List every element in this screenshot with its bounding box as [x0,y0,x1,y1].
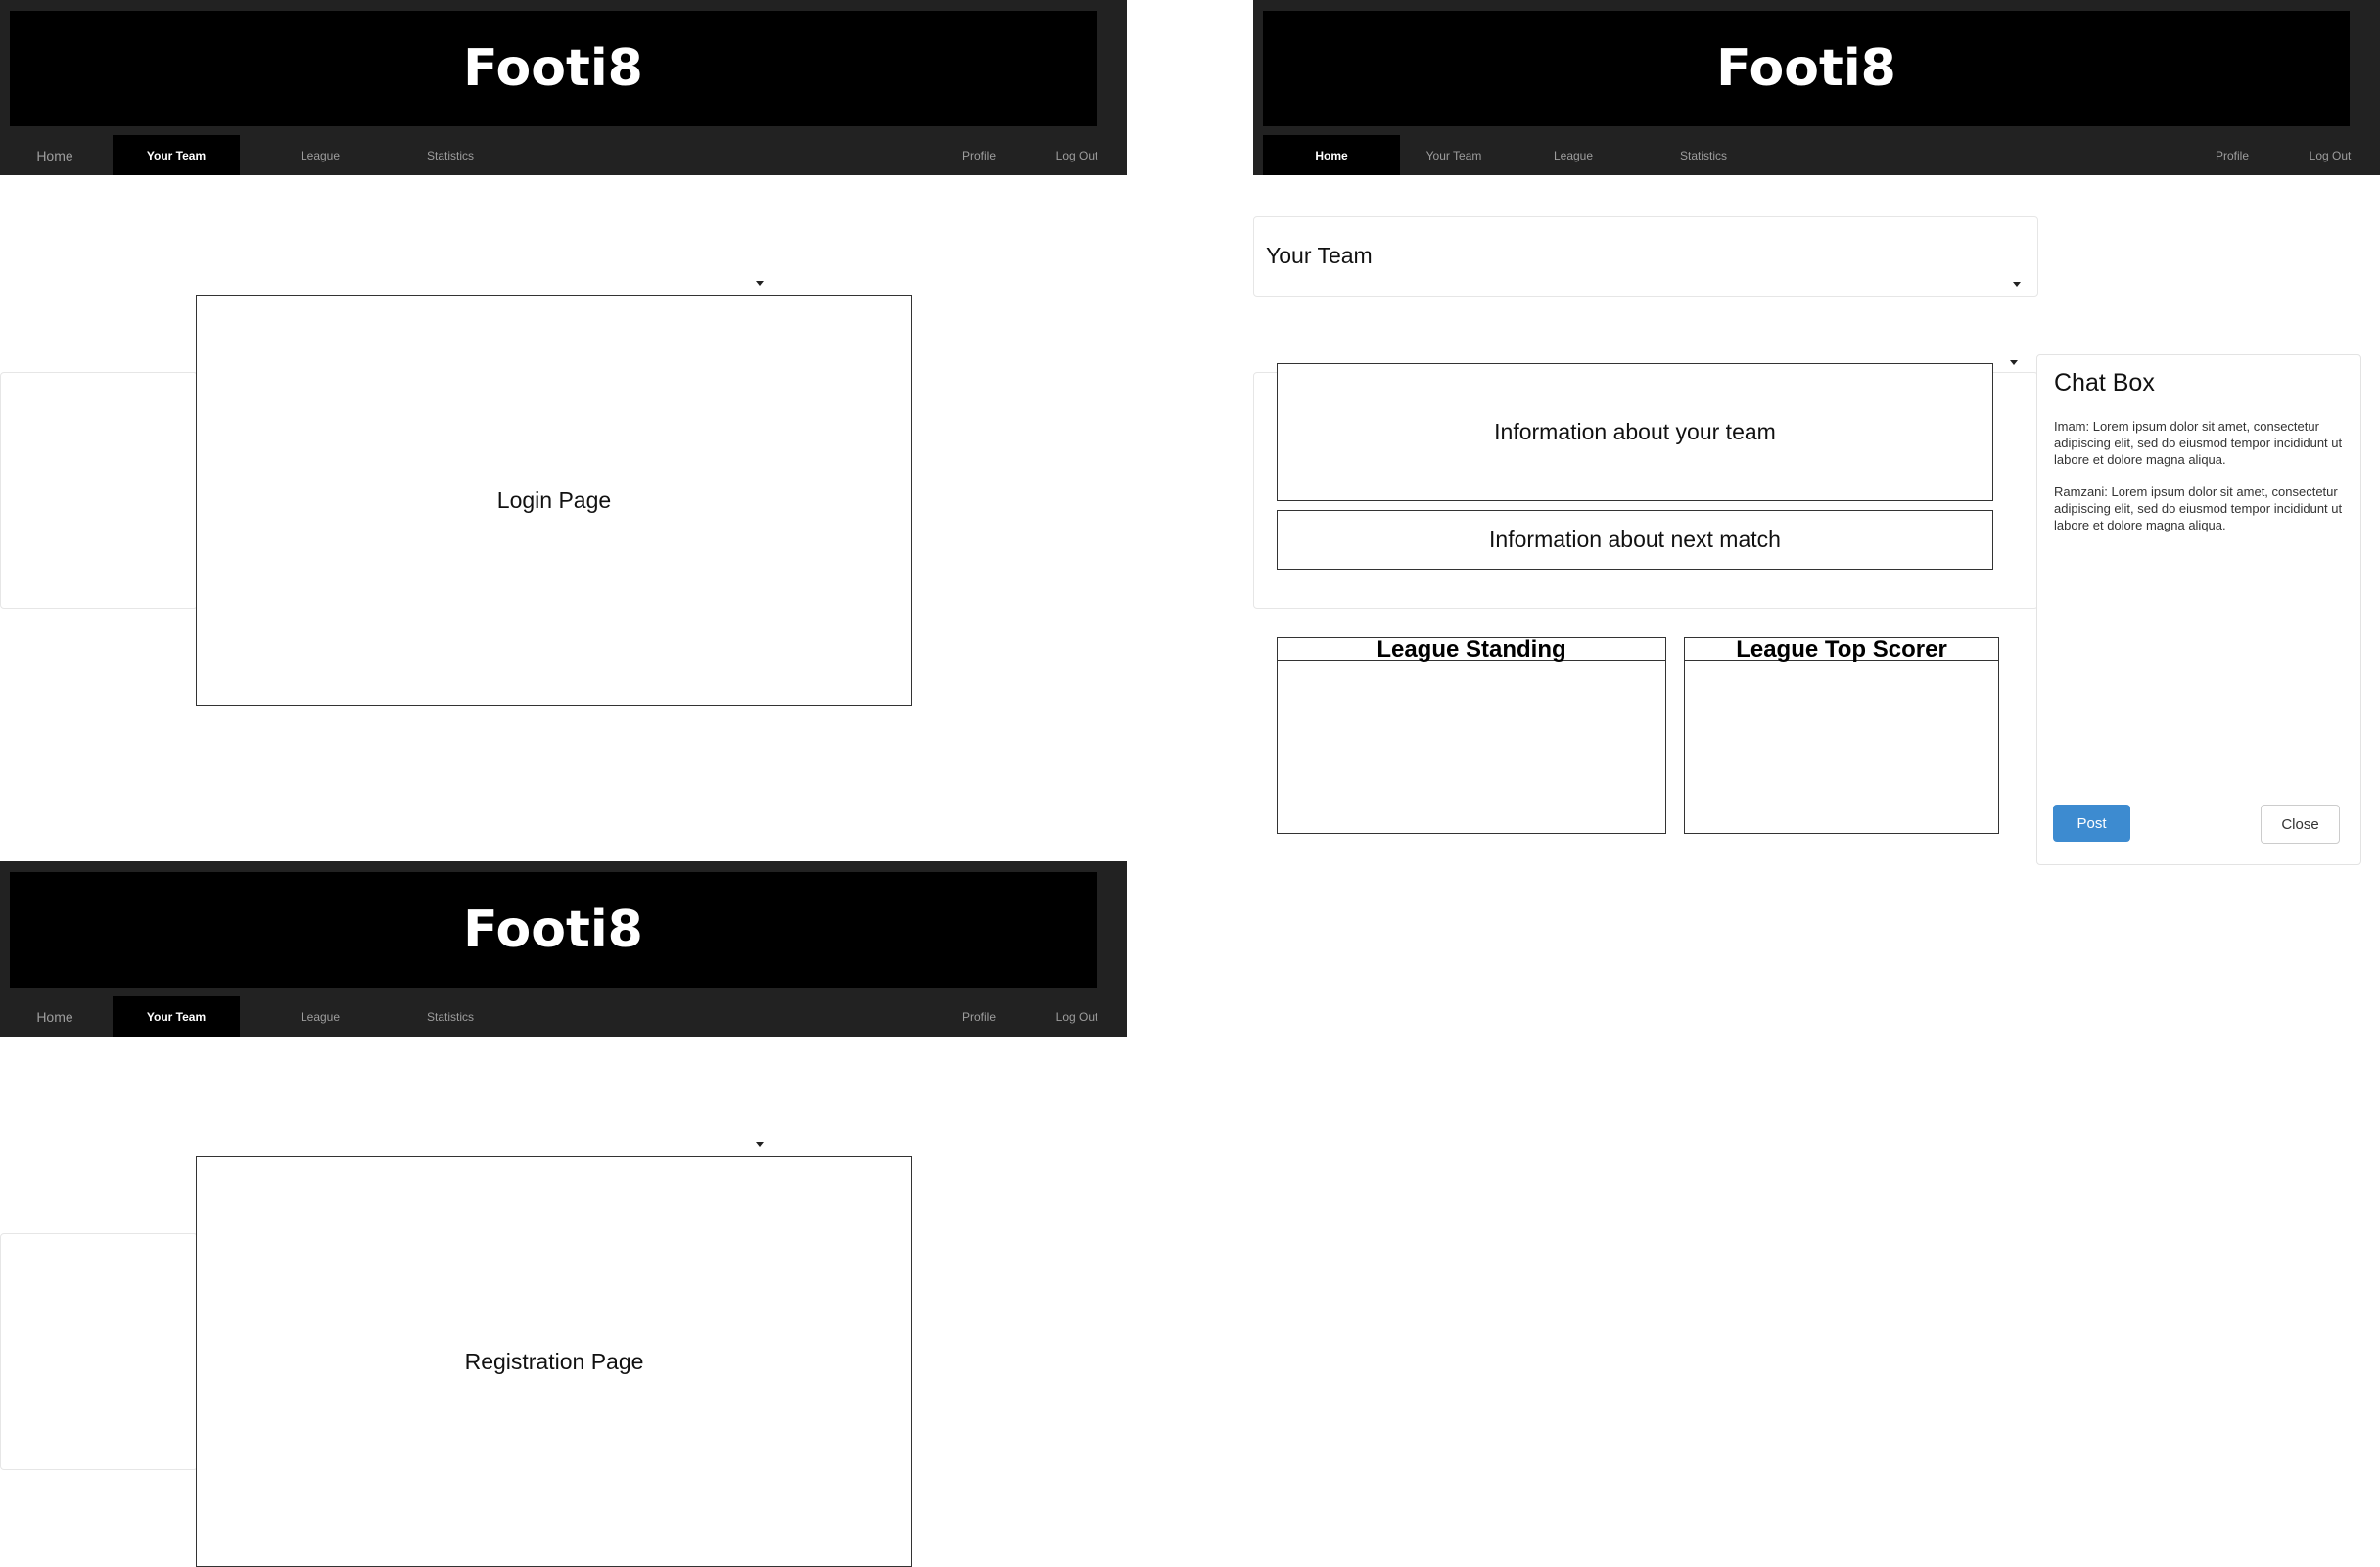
chevron-down-icon[interactable] [2013,282,2021,287]
nav-profile[interactable]: Profile [945,135,1013,175]
dropdown-caret-icon[interactable] [2010,360,2018,365]
nav-your-team[interactable]: Your Team [1415,135,1493,175]
brand-logo: Footi8 [10,11,1097,126]
dropdown-caret-icon[interactable] [756,1142,764,1147]
team-select-value: Your Team [1266,243,1373,268]
nav-league[interactable]: League [284,135,356,175]
nav-logout[interactable]: Log Out [2301,135,2359,175]
main-nav: Home Your Team League Statistics Profile… [1253,135,2380,175]
next-match-box: Information about next match [1277,510,1993,570]
nav-your-team[interactable]: Your Team [113,135,240,175]
nav-your-team[interactable]: Your Team [113,996,240,1037]
registration-screen: Footi8 Home Your Team League Statistics … [0,861,1127,1567]
team-info-box: Information about your team [1277,363,1993,501]
nav-logout[interactable]: Log Out [1048,135,1106,175]
nav-league[interactable]: League [1537,135,1610,175]
chat-message: Imam: Lorem ipsum dolor sit amet, consec… [2054,419,2343,467]
nav-home[interactable]: Home [18,135,92,175]
login-page-label: Login Page [496,486,612,513]
nav-statistics[interactable]: Statistics [411,996,490,1037]
nav-home[interactable]: Home [18,996,92,1037]
brand-logo: Footi8 [10,872,1097,988]
close-button[interactable]: Close [2261,805,2340,844]
login-page-box[interactable]: Login Page [196,295,912,706]
league-standing-table: League Standing [1277,637,1666,834]
registration-page-label: Registration Page [464,1348,644,1374]
nav-league[interactable]: League [284,996,356,1037]
main-nav: Home Your Team League Statistics Profile… [0,996,1127,1037]
chat-message: Ramzani: Lorem ipsum dolor sit amet, con… [2054,484,2343,532]
site-header: Footi8 Home Your Team League Statistics … [0,861,1127,1037]
league-top-scorer-table: League Top Scorer [1684,637,1999,834]
nav-statistics[interactable]: Statistics [411,135,490,175]
nav-profile[interactable]: Profile [2198,135,2266,175]
nav-home[interactable]: Home [1263,135,1400,175]
nav-logout[interactable]: Log Out [1048,996,1106,1037]
league-standing-title: League Standing [1278,638,1665,662]
chat-box: Chat Box Imam: Lorem ipsum dolor sit ame… [2036,354,2361,865]
nav-statistics[interactable]: Statistics [1664,135,1743,175]
dropdown-caret-icon[interactable] [756,281,764,286]
league-top-scorer-title: League Top Scorer [1685,638,1998,662]
site-header: Footi8 Home Your Team League Statistics … [0,0,1127,175]
background-panel [0,372,198,609]
brand-logo: Footi8 [1263,11,2350,126]
team-select[interactable]: Your Team [1253,216,2038,297]
chat-title: Chat Box [2054,369,2155,396]
site-header: Footi8 Home Your Team League Statistics … [1253,0,2380,175]
next-match-label: Information about next match [1489,527,1781,552]
background-panel [0,1233,198,1470]
team-info-label: Information about your team [1494,419,1776,444]
registration-page-box[interactable]: Registration Page [196,1156,912,1567]
nav-profile[interactable]: Profile [945,996,1013,1037]
login-screen: Footi8 Home Your Team League Statistics … [0,0,1127,861]
post-button[interactable]: Post [2053,805,2130,842]
main-nav: Home Your Team League Statistics Profile… [0,135,1127,175]
